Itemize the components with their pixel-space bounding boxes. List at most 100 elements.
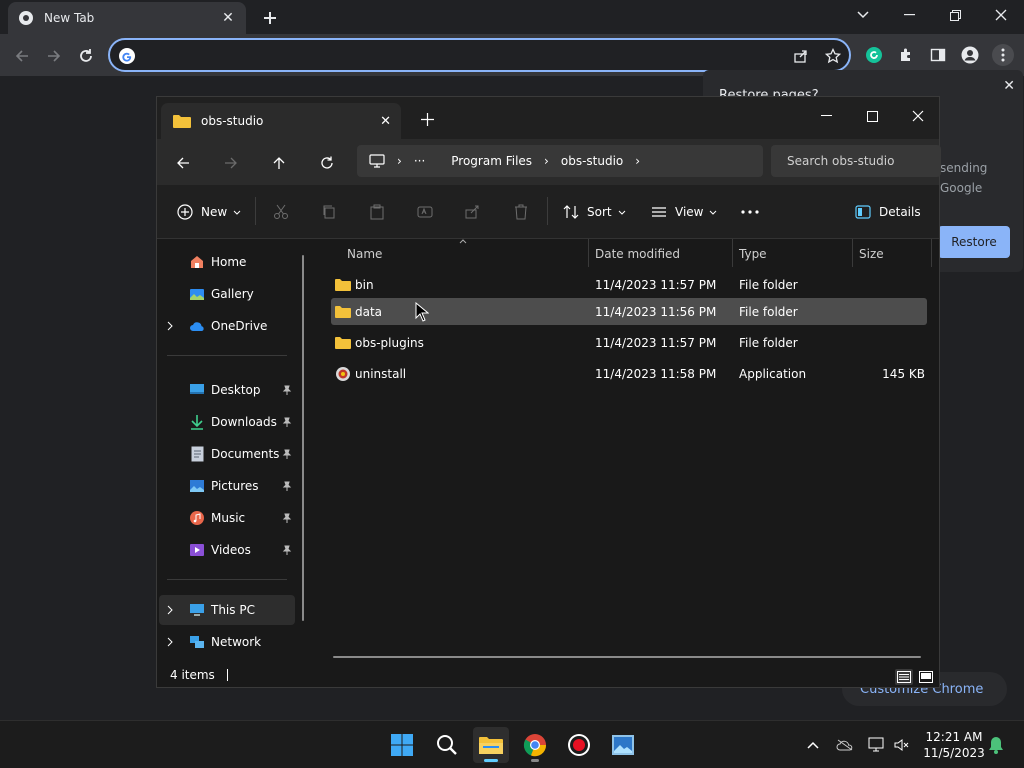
more-options-icon[interactable] bbox=[741, 201, 759, 223]
delete-icon[interactable] bbox=[513, 201, 529, 223]
address-bar[interactable]: › ··· Program Files › obs-studio › bbox=[357, 145, 763, 177]
close-window-button[interactable] bbox=[978, 0, 1024, 30]
breadcrumb-program-files[interactable]: Program Files bbox=[451, 154, 532, 168]
monitor-icon[interactable] bbox=[369, 154, 385, 168]
network-tray-icon[interactable] bbox=[867, 735, 887, 755]
sidebar-item-music[interactable]: Music bbox=[159, 503, 295, 533]
sidebar-item-home[interactable]: Home bbox=[159, 247, 295, 277]
sidebar-item-pictures[interactable]: Pictures bbox=[159, 471, 295, 501]
share-icon[interactable] bbox=[465, 201, 481, 223]
column-header-date[interactable]: Date modified bbox=[595, 247, 680, 261]
share-icon[interactable] bbox=[792, 47, 810, 65]
minimize-button[interactable] bbox=[886, 0, 932, 30]
sidebar-item-videos[interactable]: Videos bbox=[159, 535, 295, 565]
command-bar: New Sort View Details bbox=[157, 185, 939, 239]
chrome-taskbar-button[interactable] bbox=[517, 727, 553, 763]
file-explorer-taskbar-button[interactable] bbox=[473, 727, 509, 763]
sidebar-item-downloads[interactable]: Downloads bbox=[159, 407, 295, 437]
chevron-right-icon[interactable] bbox=[167, 321, 177, 331]
onedrive-tray-icon[interactable] bbox=[835, 735, 855, 755]
tab-search-icon[interactable] bbox=[840, 0, 886, 30]
close-tab-icon[interactable]: ✕ bbox=[220, 10, 236, 26]
column-divider[interactable] bbox=[931, 239, 932, 267]
pin-icon[interactable] bbox=[281, 544, 293, 556]
folder-icon bbox=[335, 306, 351, 318]
start-button[interactable] bbox=[384, 727, 420, 763]
sidebar-item-gallery[interactable]: Gallery bbox=[159, 279, 295, 309]
view-button[interactable]: View bbox=[651, 201, 717, 223]
column-divider[interactable] bbox=[852, 239, 853, 267]
chevron-right-icon[interactable]: › bbox=[635, 154, 640, 168]
minimize-button[interactable] bbox=[803, 101, 849, 131]
maximize-button[interactable] bbox=[849, 101, 895, 131]
chrome-menu-icon[interactable] bbox=[992, 44, 1014, 66]
column-divider[interactable] bbox=[732, 239, 733, 267]
breadcrumb-overflow[interactable]: ··· bbox=[414, 154, 425, 168]
table-row[interactable]: obs-plugins 11/4/2023 11:57 PM File fold… bbox=[331, 329, 927, 357]
new-tab-button[interactable] bbox=[419, 111, 435, 127]
details-view-icon[interactable] bbox=[895, 669, 913, 685]
rename-icon[interactable] bbox=[417, 201, 433, 223]
new-tab-button[interactable] bbox=[258, 6, 282, 30]
details-pane-button[interactable]: Details bbox=[855, 201, 921, 223]
back-button[interactable] bbox=[171, 151, 195, 175]
chevron-right-icon[interactable] bbox=[167, 637, 177, 647]
new-button[interactable]: New bbox=[177, 201, 241, 223]
search-input[interactable]: Search obs-studio bbox=[771, 145, 941, 177]
sidebar-item-desktop[interactable]: Desktop bbox=[159, 375, 295, 405]
search-button[interactable] bbox=[429, 727, 465, 763]
up-button[interactable] bbox=[267, 151, 291, 175]
sidebar-item-documents[interactable]: Documents bbox=[159, 439, 295, 469]
extensions-puzzle-icon[interactable] bbox=[896, 45, 916, 65]
sidebar-item-this-pc[interactable]: This PC bbox=[159, 595, 295, 625]
close-window-button[interactable] bbox=[895, 101, 941, 131]
pin-icon[interactable] bbox=[281, 416, 293, 428]
chevron-up-icon[interactable] bbox=[803, 735, 823, 755]
horizontal-scrollbar[interactable] bbox=[333, 656, 921, 658]
column-header-size[interactable]: Size bbox=[859, 247, 884, 261]
pin-icon[interactable] bbox=[281, 448, 293, 460]
photos-taskbar-button[interactable] bbox=[605, 727, 641, 763]
chevron-right-icon[interactable] bbox=[167, 605, 177, 615]
column-header-name[interactable]: Name bbox=[347, 247, 382, 261]
table-row[interactable]: uninstall 11/4/2023 11:58 PM Application… bbox=[331, 360, 927, 388]
paste-icon[interactable] bbox=[369, 201, 385, 223]
refresh-button[interactable] bbox=[315, 151, 339, 175]
restore-window-button[interactable] bbox=[932, 0, 978, 30]
close-tab-icon[interactable]: ✕ bbox=[380, 114, 391, 129]
grammarly-extension-icon[interactable] bbox=[864, 45, 884, 65]
pin-icon[interactable] bbox=[281, 480, 293, 492]
reload-button[interactable] bbox=[72, 42, 100, 70]
bookmark-star-icon[interactable] bbox=[824, 47, 842, 65]
column-header-type[interactable]: Type bbox=[739, 247, 767, 261]
restore-button[interactable]: Restore bbox=[938, 226, 1010, 258]
sort-button[interactable]: Sort bbox=[563, 201, 626, 223]
pin-icon[interactable] bbox=[281, 512, 293, 524]
copy-icon[interactable] bbox=[321, 201, 337, 223]
side-panel-icon[interactable] bbox=[928, 45, 948, 65]
close-icon[interactable]: ✕ bbox=[1003, 78, 1015, 94]
forward-button[interactable] bbox=[219, 151, 243, 175]
address-bar[interactable] bbox=[108, 38, 851, 72]
table-row[interactable]: bin 11/4/2023 11:57 PM File folder bbox=[331, 271, 927, 299]
volume-muted-icon[interactable] bbox=[892, 735, 912, 755]
chrome-icon bbox=[19, 11, 33, 25]
large-icons-view-icon[interactable] bbox=[917, 669, 935, 685]
obs-taskbar-button[interactable] bbox=[561, 727, 597, 763]
cut-icon[interactable] bbox=[273, 201, 289, 223]
pin-icon[interactable] bbox=[281, 384, 293, 396]
column-divider[interactable] bbox=[588, 239, 589, 267]
back-button[interactable] bbox=[8, 42, 36, 70]
sidebar-item-network[interactable]: Network bbox=[159, 627, 295, 657]
breadcrumb-obs-studio[interactable]: obs-studio bbox=[561, 154, 623, 168]
forward-button[interactable] bbox=[40, 42, 68, 70]
folder-icon bbox=[335, 337, 351, 349]
profile-avatar-icon[interactable] bbox=[960, 45, 980, 65]
notification-bell-icon[interactable] bbox=[986, 735, 1006, 755]
chrome-tab-new-tab[interactable]: New Tab ✕ bbox=[8, 2, 246, 34]
file-name: obs-plugins bbox=[355, 336, 424, 350]
system-clock[interactable]: 12:21 AM 11/5/2023 bbox=[916, 729, 992, 761]
sidebar-item-onedrive[interactable]: OneDrive bbox=[159, 311, 295, 341]
explorer-tab-obs-studio[interactable]: obs-studio ✕ bbox=[161, 103, 401, 139]
sidebar-scrollbar[interactable] bbox=[302, 255, 304, 621]
